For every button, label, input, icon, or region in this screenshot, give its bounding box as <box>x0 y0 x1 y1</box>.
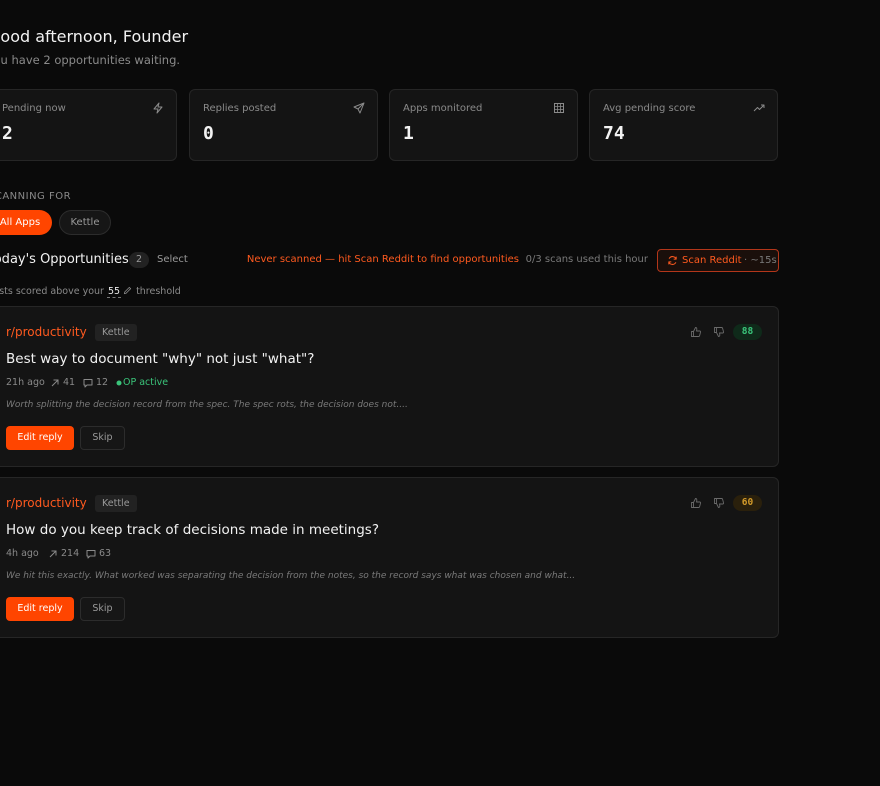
upvote-count: 41 <box>63 377 76 388</box>
app-tag: Kettle <box>95 324 137 341</box>
opportunity-card: r/productivity Kettle How do you keep tr… <box>0 477 779 638</box>
stat-value: 1 <box>403 123 414 144</box>
dashboard: Good afternoon, Founder You have 2 oppor… <box>0 0 880 786</box>
reply-excerpt: Worth splitting the decision record from… <box>6 400 408 410</box>
stat-card-apps: Apps monitored 1 <box>389 89 578 161</box>
threshold-value[interactable]: 55 <box>106 286 122 298</box>
stat-value: 0 <box>203 123 214 144</box>
skip-button[interactable]: Skip <box>80 426 125 450</box>
refresh-icon <box>668 256 677 265</box>
scanning-label: SCANNING FOR <box>0 191 72 202</box>
subreddit-link[interactable]: r/productivity <box>6 496 87 510</box>
stat-value: 2 <box>2 123 13 144</box>
stat-card-pending: Pending now 2 <box>0 89 177 161</box>
stat-card-avg-score: Avg pending score 74 <box>589 89 778 161</box>
upvote-arrow-icon <box>51 379 59 387</box>
upvote-count: 214 <box>61 548 80 559</box>
edit-reply-button[interactable]: Edit reply <box>6 426 74 450</box>
stat-label: Apps monitored <box>403 103 483 114</box>
post-title[interactable]: Best way to document "why" not just "wha… <box>6 351 314 367</box>
threshold-prefix: Posts scored above your <box>0 286 104 297</box>
count-badge: 2 <box>129 252 149 268</box>
thumbs-up-icon[interactable] <box>690 497 702 509</box>
select-button[interactable]: Select <box>157 254 188 265</box>
threshold-line: Posts scored above your 55 threshold <box>0 286 181 298</box>
op-status: OP active <box>123 377 169 388</box>
upvote-arrow-icon <box>49 550 57 558</box>
edit-reply-button[interactable]: Edit reply <box>6 597 74 621</box>
post-age: 21h ago <box>6 377 45 388</box>
scan-warning: Never scanned — hit Scan Reddit to find … <box>246 254 519 265</box>
app-tag: Kettle <box>95 495 137 512</box>
comment-count: 12 <box>96 377 109 388</box>
trending-up-icon <box>753 104 765 112</box>
comment-icon <box>83 379 93 388</box>
score-badge: 60 <box>733 495 762 511</box>
opportunities-title: Today's Opportunities <box>0 252 129 267</box>
post-title[interactable]: How do you keep track of decisions made … <box>6 522 379 538</box>
score-badge: 88 <box>733 324 762 340</box>
grid-icon <box>554 103 564 113</box>
stat-label: Avg pending score <box>603 103 696 114</box>
thumbs-down-icon[interactable] <box>713 326 725 338</box>
send-icon <box>353 102 365 114</box>
stat-label: Replies posted <box>203 103 277 114</box>
reply-excerpt: We hit this exactly. What worked was sep… <box>6 571 576 581</box>
stat-card-replies: Replies posted 0 <box>189 89 378 161</box>
chip-kettle[interactable]: Kettle <box>59 210 111 235</box>
scan-reddit-label: Scan Reddit <box>682 255 742 266</box>
comment-count: 63 <box>99 548 112 559</box>
pencil-icon[interactable] <box>123 286 132 295</box>
stat-label: Pending now <box>2 103 66 114</box>
scan-reddit-button[interactable]: Scan Reddit · ~15s <box>657 249 779 272</box>
scans-used: 0/3 scans used this hour <box>525 254 648 265</box>
threshold-suffix: threshold <box>136 286 181 297</box>
thumbs-up-icon[interactable] <box>690 326 702 338</box>
opportunity-card: r/productivity Kettle Best way to docume… <box>0 306 779 467</box>
bolt-icon <box>153 102 163 114</box>
post-age: 4h ago <box>6 548 39 559</box>
comment-icon <box>86 550 96 559</box>
skip-button[interactable]: Skip <box>80 597 125 621</box>
scan-eta: · ~15s <box>744 255 777 266</box>
opportunities-header: Today's Opportunities 2 Select Never sca… <box>0 249 779 274</box>
subreddit-link[interactable]: r/productivity <box>6 325 87 339</box>
greeting-title: Good afternoon, Founder <box>0 27 189 46</box>
greeting-subtitle: You have 2 opportunities waiting. <box>0 53 181 67</box>
stat-value: 74 <box>603 123 625 144</box>
chip-all-apps[interactable]: All Apps <box>0 210 52 235</box>
thumbs-down-icon[interactable] <box>713 497 725 509</box>
